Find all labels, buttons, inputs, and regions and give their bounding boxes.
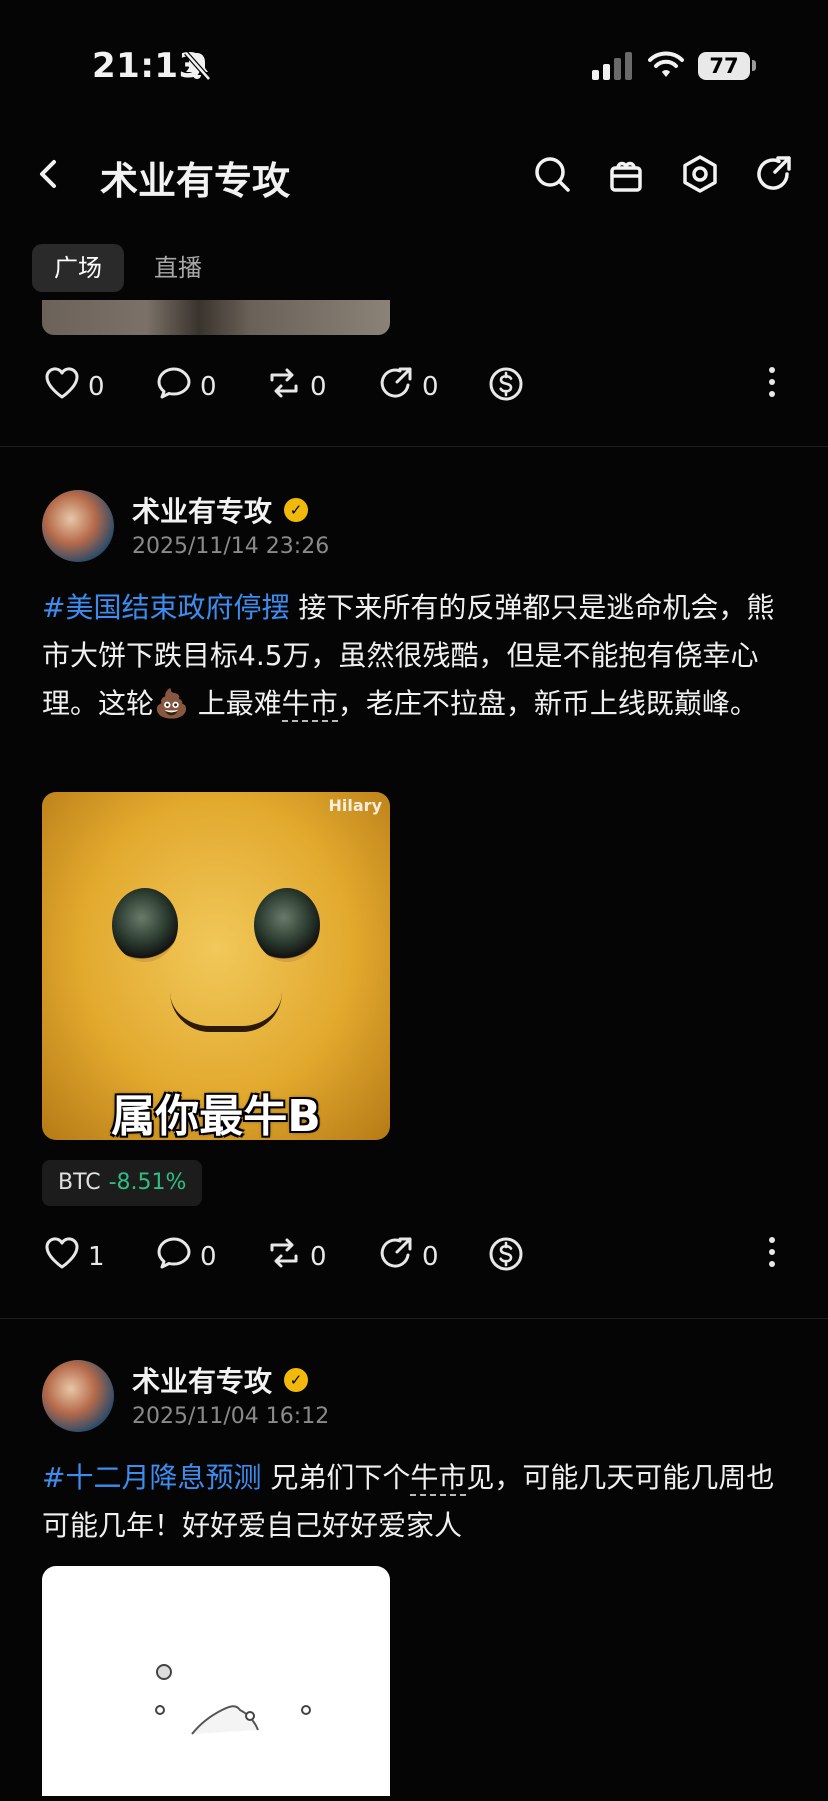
like-button[interactable]: 1 [44, 1236, 105, 1277]
avatar[interactable] [42, 1360, 114, 1432]
tab-live[interactable]: 直播 [132, 244, 224, 292]
author-name-text: 术业有专攻 [132, 495, 273, 528]
back-button[interactable] [36, 156, 62, 196]
comment-icon [156, 366, 192, 407]
signal-icon [592, 52, 634, 84]
verified-badge-icon: ✓ [284, 1368, 309, 1392]
tip-button[interactable] [488, 1236, 524, 1276]
wifi-icon [648, 50, 684, 84]
repost-icon [266, 1236, 302, 1277]
comment-button[interactable]: 0 [156, 1236, 217, 1277]
share-count: 0 [422, 1241, 439, 1272]
meme-mouth [170, 992, 282, 1032]
post-divider [0, 1318, 828, 1319]
share-arrow-icon [378, 366, 414, 407]
tab-square[interactable]: 广场 [32, 244, 124, 292]
gift-icon[interactable] [606, 154, 646, 198]
repost-count: 0 [310, 1241, 327, 1272]
image-watermark: Hilary [328, 796, 382, 815]
comment-count: 0 [200, 371, 217, 402]
like-count: 0 [88, 371, 105, 402]
post-date: 2025/11/04 16:12 [132, 1404, 330, 1429]
share-post-button[interactable]: 0 [378, 1236, 439, 1277]
post-date: 2025/11/14 23:26 [132, 534, 330, 559]
like-button[interactable]: 0 [44, 366, 105, 407]
repost-button[interactable]: 0 [266, 1236, 327, 1277]
repost-icon [266, 366, 302, 407]
author-name[interactable]: 术业有专攻 ✓ [132, 490, 309, 530]
post-divider [0, 446, 828, 447]
hashtag-link[interactable]: #美国结束政府停摆 [42, 591, 289, 624]
comment-button[interactable]: 0 [156, 366, 217, 407]
heart-icon [44, 1236, 80, 1277]
battery-tip [752, 60, 756, 71]
bell-muted-icon [182, 50, 212, 86]
post-content: #美国结束政府停摆 接下来所有的反弹都只是逃命机会，熊市大饼下跌目标4.5万，虽… [42, 584, 782, 728]
settings-icon[interactable] [680, 154, 720, 198]
post-image[interactable]: Hilary 属你最牛B [42, 792, 390, 1140]
post-content: #十二月降息预测 兄弟们下个牛市见，可能几天可能几周也可能几年！好好爱自己好好爱… [42, 1454, 782, 1550]
author-name[interactable]: 术业有专攻 ✓ [132, 1360, 309, 1400]
repost-button[interactable]: 0 [266, 366, 327, 407]
share-icon[interactable] [754, 154, 794, 198]
ticker-change: -8.51% [108, 1170, 187, 1195]
previous-post-image[interactable] [42, 300, 390, 335]
keyword-link[interactable]: 牛市 [281, 687, 338, 722]
hashtag-link[interactable]: #十二月降息预测 [42, 1461, 261, 1494]
more-options-icon[interactable] [766, 364, 778, 408]
repost-count: 0 [310, 371, 327, 402]
share-post-button[interactable]: 0 [378, 366, 439, 407]
post-image[interactable] [42, 1566, 390, 1796]
share-count: 0 [422, 371, 439, 402]
meme-eye-left [112, 888, 178, 962]
sketch-drawing [155, 1664, 311, 1735]
comment-icon [156, 1236, 192, 1277]
post-text-part: 兄弟们下个 [261, 1461, 411, 1494]
post-text-part: 上最难 [188, 687, 282, 720]
poop-emoji-icon: 💩 [154, 687, 189, 720]
heart-icon [44, 366, 80, 407]
like-count: 1 [88, 1241, 105, 1272]
post-text-part: ，老庄不拉盘，新币上线既巅峰。 [337, 687, 758, 720]
meme-eye-right [254, 888, 320, 962]
comment-count: 0 [200, 1241, 217, 1272]
author-name-text: 术业有专攻 [132, 1365, 273, 1398]
battery-indicator: 77 [698, 52, 750, 80]
avatar[interactable] [42, 490, 114, 562]
search-icon[interactable] [532, 154, 572, 198]
page-title: 术业有专攻 [100, 159, 291, 203]
verified-badge-icon: ✓ [284, 498, 309, 522]
dollar-icon [488, 367, 524, 406]
dollar-icon [488, 1237, 524, 1276]
keyword-link[interactable]: 牛市 [410, 1461, 467, 1496]
ticker-symbol: BTC [58, 1170, 101, 1195]
more-options-icon[interactable] [766, 1234, 778, 1278]
coin-ticker-tag[interactable]: BTC -8.51% [42, 1160, 203, 1206]
image-caption: 属你最牛B [111, 1091, 321, 1140]
tip-button[interactable] [488, 366, 524, 406]
share-arrow-icon [378, 1236, 414, 1277]
